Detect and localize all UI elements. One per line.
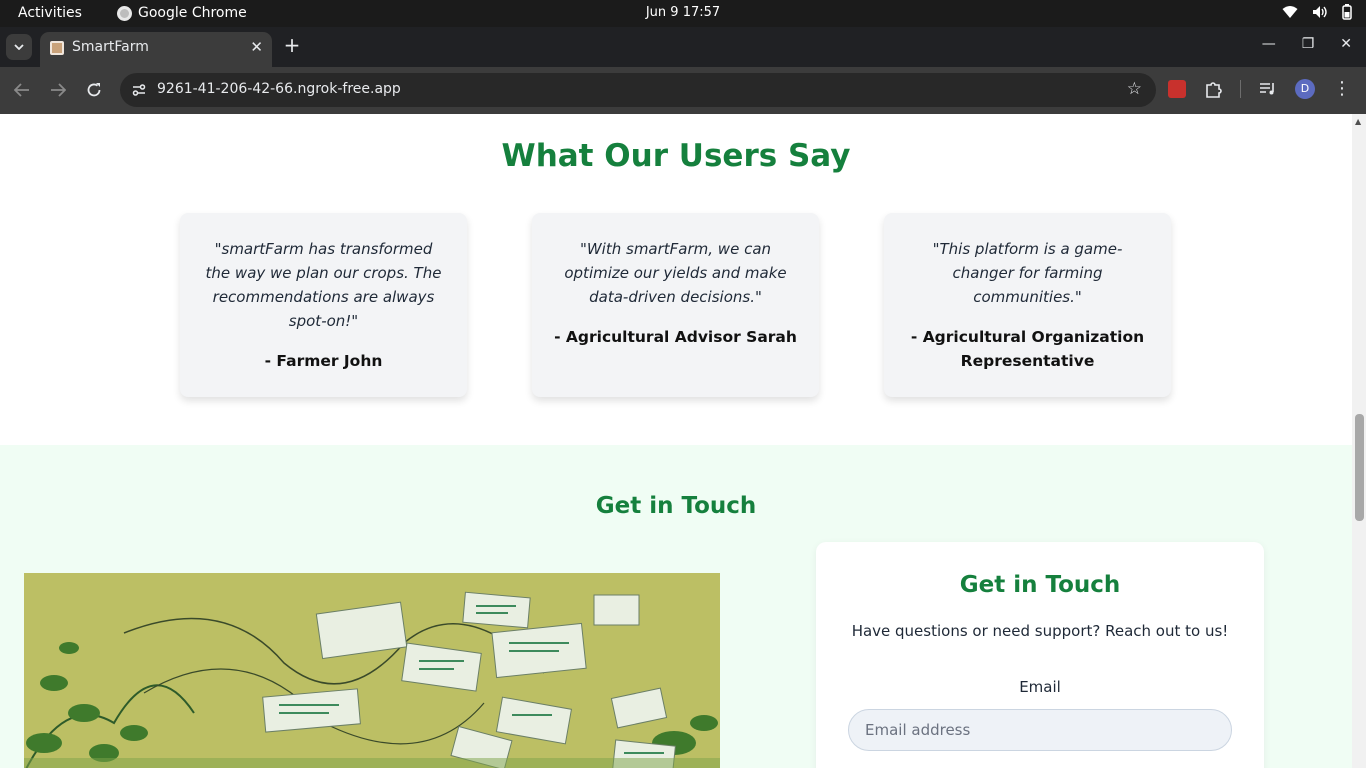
reload-button[interactable]: [83, 79, 105, 101]
farm-illustration: [24, 573, 720, 768]
toolbar-actions: D ⋮: [1168, 79, 1351, 99]
contact-heading: Get in Touch: [595, 493, 757, 519]
illustration-graphic: [24, 573, 720, 768]
window-controls: — ❐ ✕: [1262, 36, 1352, 52]
page-viewport: What Our Users Say "smartFarm has transf…: [0, 114, 1352, 768]
wifi-icon: [1282, 6, 1298, 18]
favicon-icon: [50, 41, 64, 55]
scrollbar-thumb[interactable]: [1355, 414, 1364, 521]
minimize-icon[interactable]: —: [1262, 36, 1276, 52]
contact-card-heading: Get in Touch: [959, 572, 1121, 598]
activities-button[interactable]: Activities: [18, 5, 82, 21]
testimonial-quote: "With smartFarm, we can optimize our yie…: [564, 240, 787, 306]
forward-button[interactable]: [47, 79, 69, 101]
testimonial-card: "This platform is a game-changer for far…: [884, 213, 1171, 397]
forward-arrow-icon: [51, 83, 66, 97]
app-name: Google Chrome: [138, 5, 247, 21]
profile-avatar[interactable]: D: [1295, 79, 1315, 99]
testimonial-author: - Farmer John: [264, 352, 383, 370]
email-field[interactable]: [848, 709, 1232, 751]
chrome-icon: [117, 5, 132, 21]
tab-title: SmartFarm: [72, 39, 149, 55]
chevron-down-icon: [14, 44, 24, 50]
bookmark-star-icon[interactable]: ☆: [1127, 79, 1142, 99]
testimonials-heading: What Our Users Say: [501, 138, 851, 174]
media-controls-icon[interactable]: [1259, 81, 1277, 97]
tab-search-button[interactable]: [6, 34, 32, 60]
testimonial-author: - Agricultural Organization Representati…: [910, 328, 1145, 370]
testimonials-section: What Our Users Say "smartFarm has transf…: [0, 114, 1352, 445]
extension-icon[interactable]: [1168, 80, 1186, 98]
tab-strip: SmartFarm ✕ + — ❐ ✕: [0, 27, 1366, 67]
menu-dots-icon[interactable]: ⋮: [1333, 80, 1351, 98]
volume-icon: [1313, 6, 1327, 18]
system-tray[interactable]: [1282, 4, 1352, 20]
back-arrow-icon: [14, 83, 29, 97]
back-button[interactable]: [11, 79, 33, 101]
testimonial-quote: "This platform is a game-changer for far…: [932, 240, 1123, 306]
contact-subtitle: Have questions or need support? Reach ou…: [851, 622, 1229, 640]
contact-section: Get in Touch Get in Touch Have questions…: [0, 445, 1352, 768]
battery-icon: [1342, 4, 1352, 20]
new-tab-button[interactable]: +: [282, 33, 302, 57]
address-bar[interactable]: 9261-41-206-42-66.ngrok-free.app ☆: [120, 73, 1156, 107]
email-label: Email: [1019, 678, 1061, 696]
testimonial-quote: "smartFarm has transformed the way we pl…: [205, 240, 442, 330]
testimonial-author: - Agricultural Advisor Sarah: [554, 328, 797, 346]
scroll-up-icon[interactable]: ▲: [1355, 117, 1361, 126]
browser-toolbar: 9261-41-206-42-66.ngrok-free.app ☆ D ⋮: [0, 67, 1366, 114]
testimonial-card: "smartFarm has transformed the way we pl…: [180, 213, 467, 397]
system-top-bar: Activities Google Chrome Jun 9 17:57: [0, 0, 1366, 27]
extensions-puzzle-icon[interactable]: [1204, 80, 1222, 98]
reload-icon: [87, 83, 101, 97]
site-settings-icon[interactable]: [130, 81, 148, 99]
testimonial-card: "With smartFarm, we can optimize our yie…: [532, 213, 819, 397]
toolbar-divider: [1240, 80, 1241, 98]
page-scrollbar[interactable]: ▲: [1352, 114, 1366, 768]
contact-form-card: Get in Touch Have questions or need supp…: [816, 542, 1264, 768]
tab-smartfarm[interactable]: SmartFarm ✕: [40, 32, 272, 67]
app-menu[interactable]: Google Chrome: [117, 5, 247, 21]
url-text[interactable]: 9261-41-206-42-66.ngrok-free.app: [157, 81, 401, 97]
close-window-icon[interactable]: ✕: [1340, 36, 1352, 52]
close-tab-icon[interactable]: ✕: [250, 38, 263, 56]
maximize-icon[interactable]: ❐: [1302, 36, 1315, 52]
